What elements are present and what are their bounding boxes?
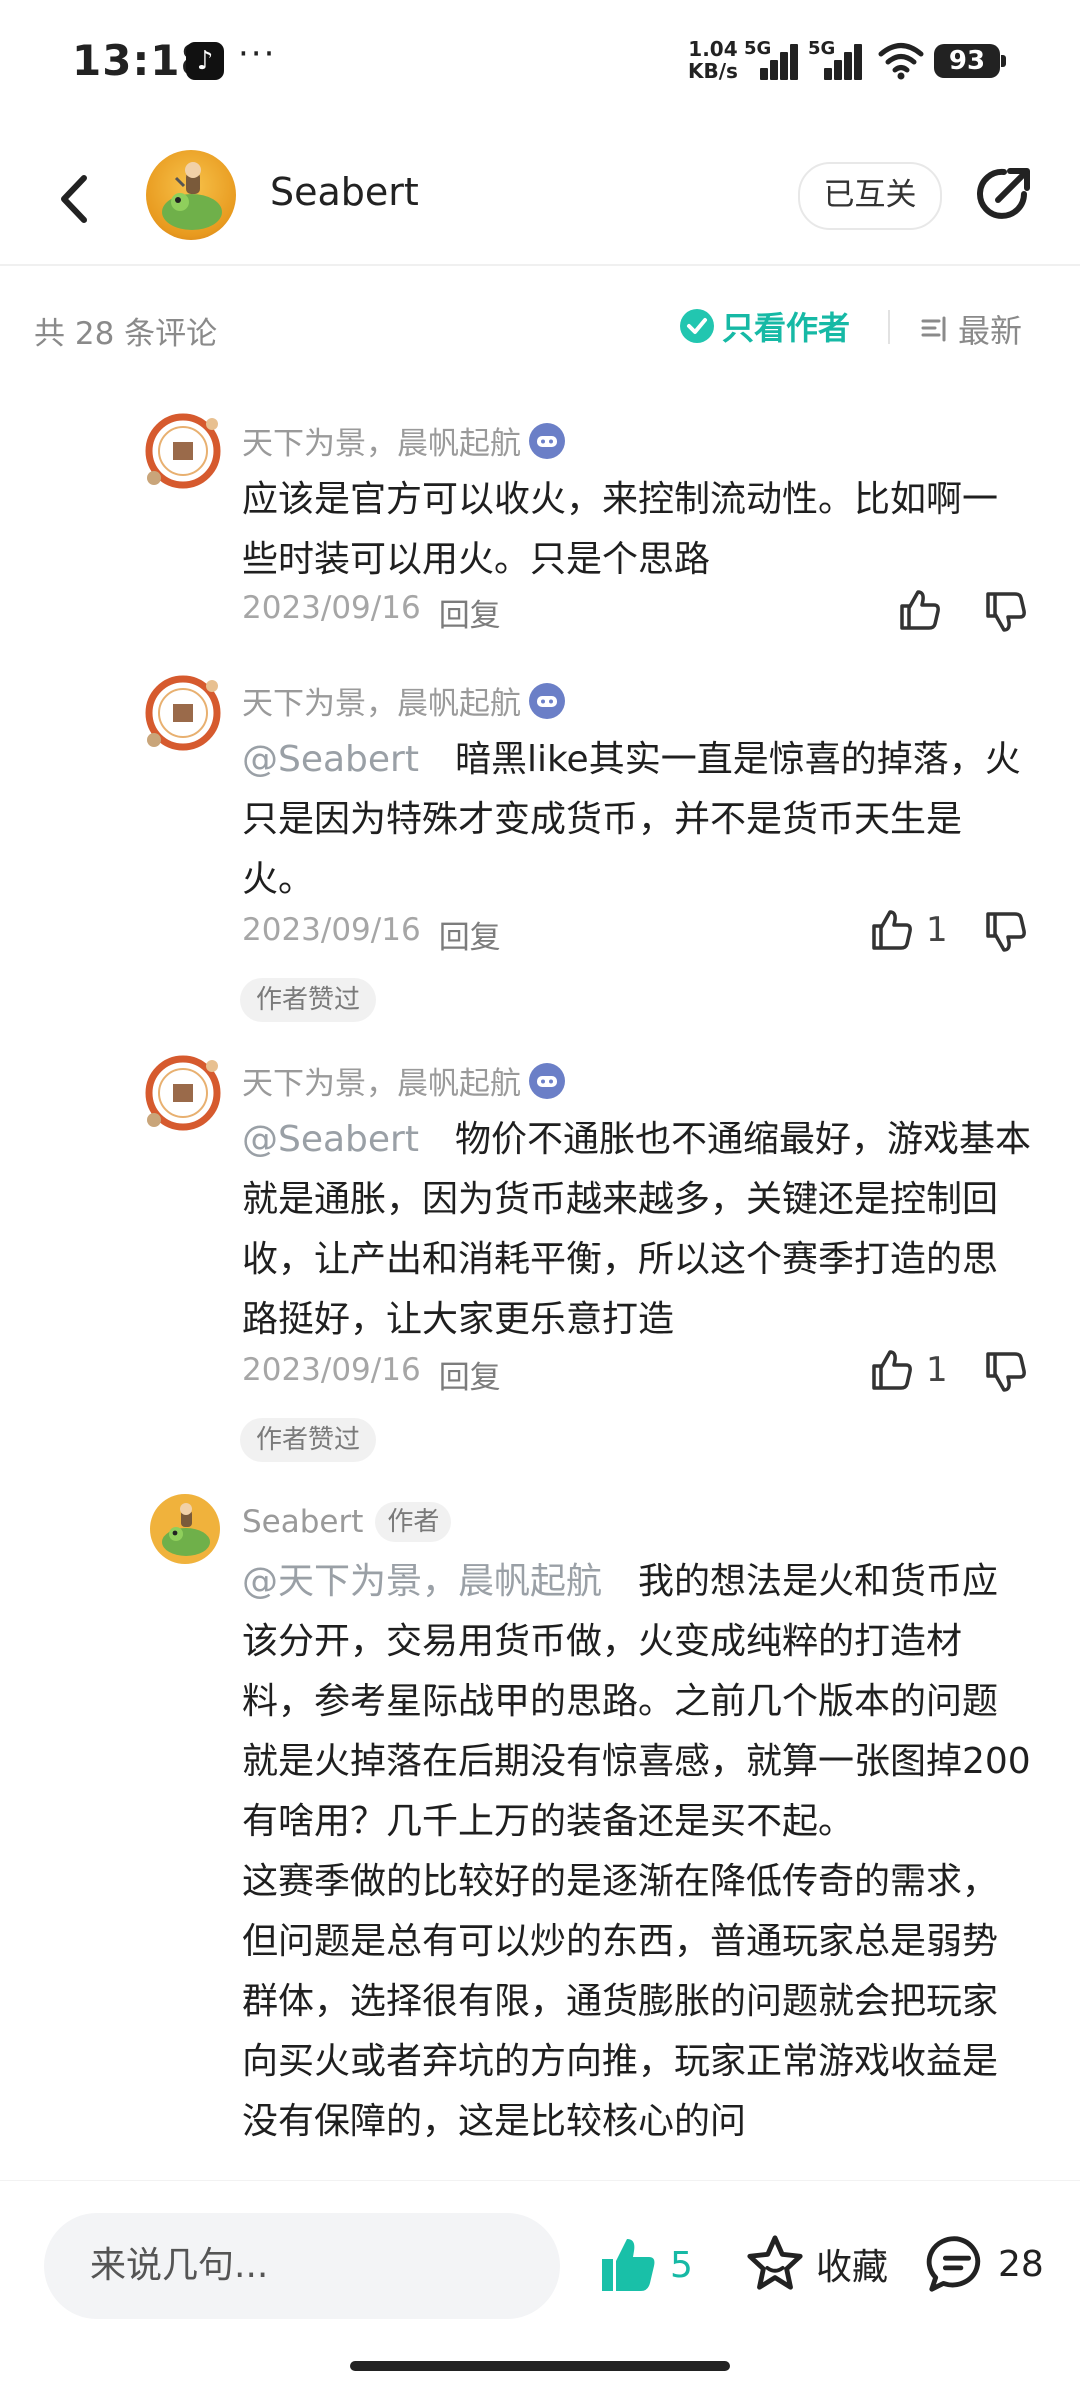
comment-meta: 2023/09/16 回复 xyxy=(242,1352,501,1397)
author-only-label: 只看作者 xyxy=(722,309,851,347)
username-text: 天下为景，晨帆起航 xyxy=(242,1066,521,1102)
thumbs-up-icon xyxy=(872,910,912,950)
comment-text: 应该是官方可以收火，来控制流动性。比如啊一些时装可以用火。只是个思路 xyxy=(242,479,999,580)
comment-username[interactable]: 天下为景，晨帆起航 xyxy=(242,1058,565,1103)
reply-button[interactable]: 回复 xyxy=(439,912,501,957)
net-speed-unit: KB/s xyxy=(688,59,738,83)
tiktok-icon: ♪ xyxy=(186,42,224,80)
comment-date: 2023/09/16 xyxy=(242,912,421,948)
favorite-button[interactable]: 收藏 xyxy=(744,2233,888,2295)
sort-icon xyxy=(921,316,946,342)
comment-text: @Seabert 物价不通胀也不通缩最好，游戏基本就是通胀，因为货币越来越多，关… xyxy=(242,1110,1032,1350)
comment-date: 2023/09/16 xyxy=(242,1352,421,1388)
comment-meta: 2023/09/16 回复 xyxy=(242,590,501,635)
comment-date: 2023/09/16 xyxy=(242,590,421,626)
like-button[interactable]: 1 xyxy=(868,1346,948,1394)
gamepad-icon xyxy=(529,1062,565,1099)
username-text: Seabert xyxy=(242,1504,364,1540)
comments-button[interactable]: 28 xyxy=(926,2233,1044,2295)
comment-username[interactable]: Seabert 作者 xyxy=(242,1502,452,1542)
comment-body: 这赛季做的比较好的是逐渐在降低传奇的需求，但问题是总有可以炒的东西，普通玩家总是… xyxy=(242,1861,999,2142)
post-like-count: 5 xyxy=(670,2244,693,2286)
signal-icon: 5G xyxy=(808,38,864,80)
status-bar: 13:18 ♪ ··· 1.04 KB/s 5G 5G 93 xyxy=(0,0,1080,120)
like-button[interactable] xyxy=(896,586,944,634)
net-speed-value: 1.04 xyxy=(688,37,738,61)
follow-button[interactable]: 已互关 xyxy=(798,162,942,230)
thumbs-up-filled-icon xyxy=(602,2239,655,2291)
thumbs-down-icon[interactable] xyxy=(982,588,1030,636)
like-count: 1 xyxy=(926,1350,948,1390)
comment-username[interactable]: 天下为景，晨帆起航 xyxy=(242,418,565,463)
favorite-label: 收藏 xyxy=(816,2247,889,2288)
gamepad-icon xyxy=(529,682,565,719)
comment-text: @天下为景，晨帆起航 我的想法是火和货币应该分开，交易用货币做，火变成纯粹的打造… xyxy=(242,1552,1032,2152)
battery-indicator: 93 xyxy=(934,44,1006,78)
bottom-bar: 来说几句... 5 收藏 28 xyxy=(0,2180,1080,2393)
comment-text: @Seabert 暗黑like其实一直是惊喜的掉落，火只是因为特殊才变成货币，并… xyxy=(242,730,1032,910)
more-dots-icon: ··· xyxy=(238,34,277,74)
scroll-fade xyxy=(0,2150,1080,2180)
wifi-icon xyxy=(878,43,924,80)
sort-label: 最新 xyxy=(958,312,1023,350)
star-icon xyxy=(747,2235,803,2290)
header-username[interactable]: Seabert xyxy=(270,170,419,214)
comment-meta: 2023/09/16 回复 xyxy=(242,912,501,957)
avatar[interactable] xyxy=(142,1052,224,1134)
home-indicator[interactable] xyxy=(350,2361,730,2371)
net-speed: 1.04 KB/s xyxy=(688,38,738,82)
comment-count-badge: 28 xyxy=(998,2243,1044,2285)
share-icon[interactable] xyxy=(968,160,1038,230)
signal-icon: 5G xyxy=(744,38,800,80)
avatar[interactable] xyxy=(142,672,224,754)
thumbs-down-icon[interactable] xyxy=(982,908,1030,956)
like-count: 1 xyxy=(926,910,948,950)
author-only-toggle[interactable]: 只看作者 xyxy=(680,306,851,347)
author-liked-tag: 作者赞过 xyxy=(240,1418,377,1462)
comment-input[interactable]: 来说几句... xyxy=(44,2213,560,2319)
comment-bubble-icon xyxy=(926,2236,981,2292)
mention-link[interactable]: @Seabert xyxy=(242,1119,419,1160)
like-post-button[interactable]: 5 xyxy=(596,2233,693,2297)
divider xyxy=(888,310,890,344)
author-liked-tag: 作者赞过 xyxy=(240,978,377,1022)
comment-count: 共 28 条评论 xyxy=(34,316,218,352)
username-text: 天下为景，晨帆起航 xyxy=(242,686,521,722)
sort-button[interactable]: 最新 xyxy=(920,306,1022,352)
avatar[interactable] xyxy=(146,150,236,240)
thumbs-up-icon xyxy=(900,590,940,630)
thumbs-up-icon xyxy=(872,1350,912,1390)
gamepad-icon xyxy=(529,422,565,459)
reply-button[interactable]: 回复 xyxy=(439,590,501,635)
header: Seabert 已互关 xyxy=(0,140,1080,266)
author-tag: 作者 xyxy=(375,1502,452,1542)
comment-username[interactable]: 天下为景，晨帆起航 xyxy=(242,678,565,723)
like-button[interactable]: 1 xyxy=(868,906,948,954)
mention-link[interactable]: @Seabert xyxy=(242,739,419,780)
check-circle-icon xyxy=(680,309,714,343)
comment-body: 我的想法是火和货币应该分开，交易用货币做，火变成纯粹的打造材料，参考星际战甲的思… xyxy=(242,1561,1031,1842)
mention-link[interactable]: @天下为景，晨帆起航 xyxy=(242,1561,602,1602)
avatar[interactable] xyxy=(150,1494,220,1564)
thumbs-down-icon[interactable] xyxy=(982,1348,1030,1396)
username-text: 天下为景，晨帆起航 xyxy=(242,426,521,462)
avatar[interactable] xyxy=(142,410,224,492)
comments-bar: 共 28 条评论 只看作者 最新 xyxy=(0,290,1080,362)
reply-button[interactable]: 回复 xyxy=(439,1352,501,1397)
back-icon[interactable] xyxy=(48,166,104,232)
